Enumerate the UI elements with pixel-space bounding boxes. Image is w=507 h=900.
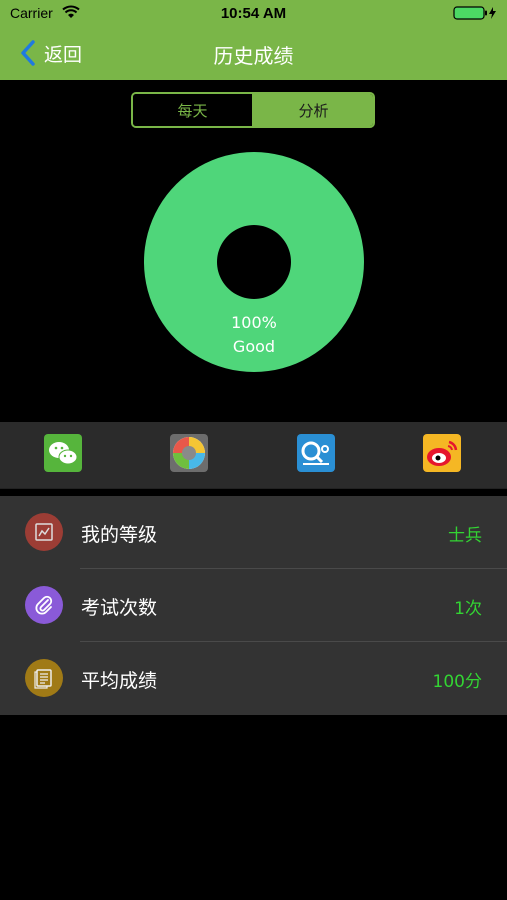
wechat-share-button[interactable] bbox=[44, 434, 82, 472]
weibo-share-button[interactable] bbox=[423, 434, 461, 472]
list-row-value: 100分 bbox=[432, 672, 482, 692]
paperclip-glyph bbox=[35, 595, 53, 615]
list-row-label: 考试次数 bbox=[81, 597, 158, 619]
moments-icon bbox=[170, 434, 208, 472]
weibo-icon bbox=[423, 434, 461, 472]
certificate-icon bbox=[25, 513, 63, 551]
donut-chart: 100% Good bbox=[144, 152, 364, 372]
tab-daily[interactable]: 每天 bbox=[133, 94, 254, 126]
segmented-control: 每天 分析 bbox=[131, 92, 375, 128]
slice-percent-label: 100% bbox=[231, 313, 277, 332]
list-row-label: 平均成绩 bbox=[81, 670, 158, 692]
document-glyph bbox=[34, 669, 52, 689]
list-row-value: 士兵 bbox=[448, 526, 482, 546]
navigation-bar: Carrier 10:54 AM 返回 历史成绩 bbox=[0, 0, 507, 80]
battery-icon bbox=[453, 6, 496, 20]
stats-list: 我的等级 士兵 考试次数 1次 平均成绩 100分 bbox=[0, 496, 507, 715]
list-row-average-score[interactable]: 平均成绩 100分 bbox=[0, 642, 507, 715]
certificate-glyph bbox=[35, 523, 53, 541]
list-row-exam-count[interactable]: 考试次数 1次 bbox=[0, 569, 507, 642]
slice-category-label: Good bbox=[233, 337, 275, 356]
share-bar bbox=[0, 422, 507, 489]
list-row-label: 我的等级 bbox=[81, 524, 158, 546]
document-icon bbox=[25, 659, 63, 697]
qzone-share-button[interactable] bbox=[297, 434, 335, 472]
list-row-level[interactable]: 我的等级 士兵 bbox=[0, 496, 507, 569]
tab-analysis[interactable]: 分析 bbox=[254, 94, 373, 126]
qzone-icon bbox=[297, 434, 335, 472]
moments-share-button[interactable] bbox=[170, 434, 208, 472]
list-row-value: 1次 bbox=[454, 599, 482, 619]
paperclip-icon bbox=[25, 586, 63, 624]
donut-chart-svg: 100% Good bbox=[144, 152, 364, 372]
status-time: 10:54 AM bbox=[220, 5, 287, 22]
wechat-icon bbox=[44, 434, 82, 472]
page-title: 历史成绩 bbox=[213, 44, 294, 68]
